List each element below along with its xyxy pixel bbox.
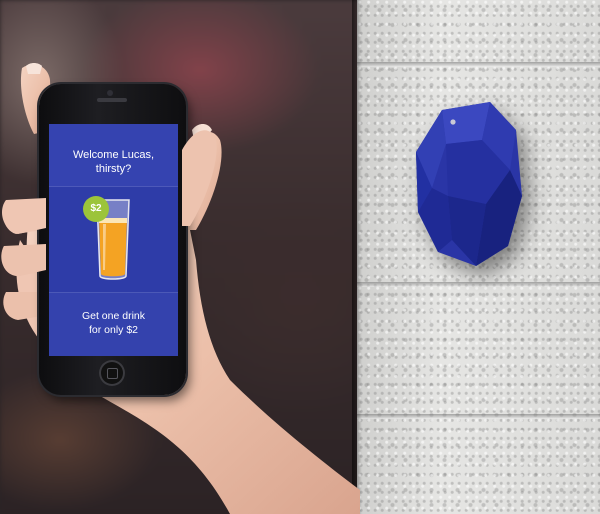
wall-groove (357, 62, 600, 67)
offer-line-1: Get one drink (81, 310, 146, 322)
smartphone: Welcome Lucas, thirsty? $2 Get one drink… (39, 84, 186, 395)
greeting-line-1: Welcome Lucas, (72, 149, 155, 161)
earpiece (97, 98, 127, 102)
beacon-device (416, 102, 522, 266)
greeting-text: Welcome Lucas, thirsty? (49, 148, 178, 176)
offer-text: Get one drink for only $2 (49, 309, 178, 337)
greeting-panel: Welcome Lucas, thirsty? (49, 124, 178, 187)
home-button[interactable] (99, 360, 125, 386)
price-badge: $2 (83, 196, 109, 222)
offer-line-2: for only $2 (88, 324, 139, 336)
phone-screen: Welcome Lucas, thirsty? $2 Get one drink… (49, 124, 178, 356)
wall-groove (357, 282, 600, 287)
wall-groove (357, 414, 600, 419)
greeting-line-2: thirsty? (95, 163, 132, 175)
front-camera (107, 90, 113, 96)
drink-panel[interactable]: $2 (49, 187, 178, 292)
offer-panel[interactable]: Get one drink for only $2 (49, 292, 178, 356)
